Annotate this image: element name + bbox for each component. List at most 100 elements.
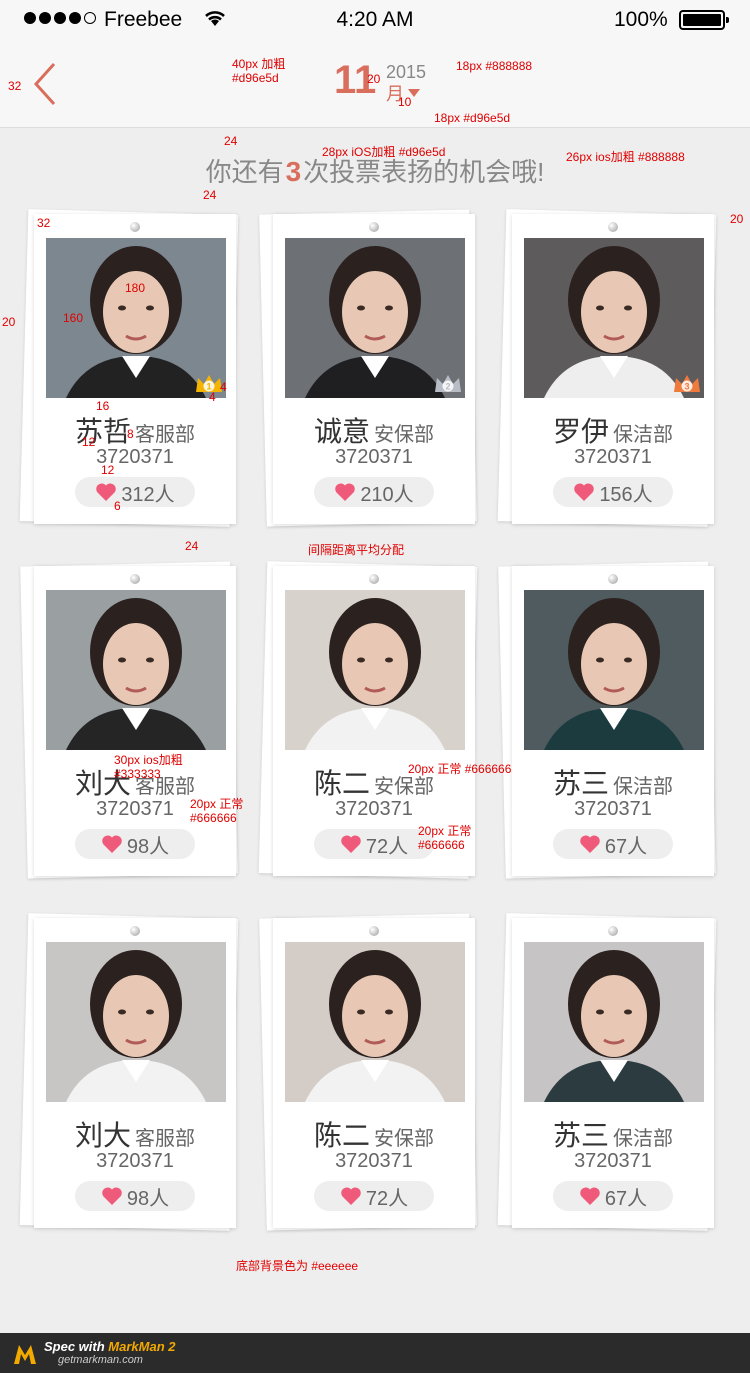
employee-card[interactable]: 刘大 客服部 3720371 98人: [20, 561, 238, 879]
annot-24b: 24: [203, 188, 217, 202]
phone-number: 3720371: [574, 798, 652, 820]
department: 客服部: [135, 424, 195, 446]
employee-name: 苏三: [552, 768, 609, 799]
pin-icon: [130, 926, 140, 936]
annot-180: 180: [125, 281, 146, 295]
annot-24c: 24: [185, 539, 199, 553]
phone-number: 3720371: [335, 446, 413, 468]
like-button[interactable]: 156人: [553, 477, 673, 507]
phone-number: 3720371: [335, 1150, 413, 1172]
department: 安保部: [374, 424, 434, 446]
annot-32: 32: [37, 216, 51, 230]
annot-month: 40px 加粗 #d96e5d: [232, 57, 286, 85]
annot-4b: 4: [209, 390, 216, 404]
employee-photo: 3: [524, 238, 704, 398]
pin-icon: [608, 926, 618, 936]
employee-photo: 2: [285, 238, 465, 398]
annot-20l: 20: [2, 315, 16, 329]
employee-photo: [46, 942, 226, 1102]
employee-card[interactable]: 苏三 保洁部 3720371 67人: [498, 561, 716, 879]
like-count: 72人: [365, 1187, 409, 1210]
phone-number: 3720371: [335, 798, 413, 820]
markman-logo-icon: [14, 1345, 36, 1364]
like-button[interactable]: 67人: [553, 1181, 673, 1211]
annot-16: 16: [96, 399, 110, 413]
like-button[interactable]: 72人: [314, 829, 434, 859]
employee-photo: [46, 590, 226, 750]
vote-suffix: 次投票表扬的机会哦!: [303, 157, 545, 187]
department: 保洁部: [613, 424, 673, 446]
annot-left32: 32: [8, 79, 22, 93]
department: 安保部: [374, 776, 434, 798]
annot-vote2: 26px ios加粗 #888888: [566, 150, 685, 164]
employee-card[interactable]: 1 苏哲 客服部 3720371 312人: [19, 209, 239, 527]
employee-photo: [524, 590, 704, 750]
card-face: 苏三 保洁部 3720371 67人: [512, 918, 714, 1228]
employee-card[interactable]: 2 诚意 安保部 3720371 210人: [259, 209, 477, 527]
employee-card[interactable]: 陈二 安保部 3720371 72人: [259, 913, 477, 1231]
heart-icon: [335, 483, 356, 501]
phone-number: 3720371: [96, 1150, 174, 1172]
like-count: 67人: [604, 1187, 648, 1210]
heart-icon: [102, 835, 122, 853]
pin-icon: [130, 222, 140, 232]
phone-number: 3720371: [574, 446, 652, 468]
pin-icon: [608, 222, 618, 232]
department: 保洁部: [613, 1128, 673, 1150]
employee-photo: [285, 590, 465, 750]
markman-footer: Spec with MarkMan 2 getmarkman.com: [0, 1333, 750, 1373]
like-button[interactable]: 67人: [553, 829, 673, 859]
like-count: 72人: [365, 835, 409, 858]
portrait-image: [524, 590, 704, 750]
pin-icon: [369, 926, 379, 936]
annot-month-label: 18px #d96e5d: [434, 111, 511, 125]
employee-name: 诚意: [313, 416, 370, 447]
portrait-image: [524, 942, 704, 1102]
employee-card[interactable]: 苏三 保洁部 3720371 67人: [497, 913, 717, 1231]
name-row: 陈二 安保部: [273, 1114, 475, 1154]
heart-icon: [341, 1187, 361, 1205]
annot-4a: 4: [220, 380, 227, 394]
status-bar: Freebee 4:20 AM 100%: [0, 0, 750, 40]
pin-icon: [608, 574, 618, 584]
like-count: 98人: [126, 1187, 170, 1210]
annot-likes: 20px 正常 #666666: [418, 824, 472, 852]
card-face: 陈二 安保部 3720371 72人: [273, 918, 475, 1228]
card-face: 2 诚意 安保部 3720371 210人: [273, 214, 475, 524]
back-chevron-icon[interactable]: [30, 60, 60, 108]
rank-crown-icon: 2: [435, 375, 461, 392]
like-button[interactable]: 210人: [314, 477, 434, 507]
name-row: 苏三 保洁部: [512, 762, 714, 802]
portrait-image: [46, 942, 226, 1102]
like-button[interactable]: 312人: [75, 477, 195, 507]
like-button[interactable]: 98人: [75, 1181, 195, 1211]
department: 保洁部: [613, 776, 673, 798]
employee-photo: [524, 942, 704, 1102]
phone-number: 3720371: [96, 446, 174, 468]
name-row: 诚意 安保部: [273, 410, 475, 450]
header: Freebee 4:20 AM 100% 11 2015 月: [0, 0, 750, 128]
department: 客服部: [135, 1128, 195, 1150]
markman-title: Spec with MarkMan 2: [44, 1339, 176, 1354]
employee-name: 陈二: [313, 1120, 370, 1151]
heart-icon: [580, 835, 600, 853]
employee-card[interactable]: 3 罗伊 保洁部 3720371 156人: [497, 209, 717, 527]
card-face: 苏三 保洁部 3720371 67人: [512, 566, 714, 876]
employee-card[interactable]: 刘大 客服部 3720371 98人: [19, 913, 239, 1231]
rank-crown-icon: 3: [674, 375, 700, 392]
battery-percent: 100%: [614, 8, 668, 31]
name-row: 苏哲 客服部: [34, 410, 236, 450]
annot-name: 30px ios加粗 #333333: [114, 753, 183, 781]
name-row: 苏三 保洁部: [512, 1114, 714, 1154]
like-button[interactable]: 98人: [75, 829, 195, 859]
annot-bottom: 底部背景色为 #eeeeee: [236, 1259, 359, 1273]
phone-number: 3720371: [574, 1150, 652, 1172]
like-count: 210人: [360, 483, 414, 506]
annot-10: 10: [398, 95, 412, 109]
name-row: 罗伊 保洁部: [512, 410, 714, 450]
pin-icon: [369, 222, 379, 232]
annot-160: 160: [63, 311, 84, 325]
like-button[interactable]: 72人: [314, 1181, 434, 1211]
like-count: 312人: [121, 483, 175, 506]
employee-name: 陈二: [313, 768, 370, 799]
